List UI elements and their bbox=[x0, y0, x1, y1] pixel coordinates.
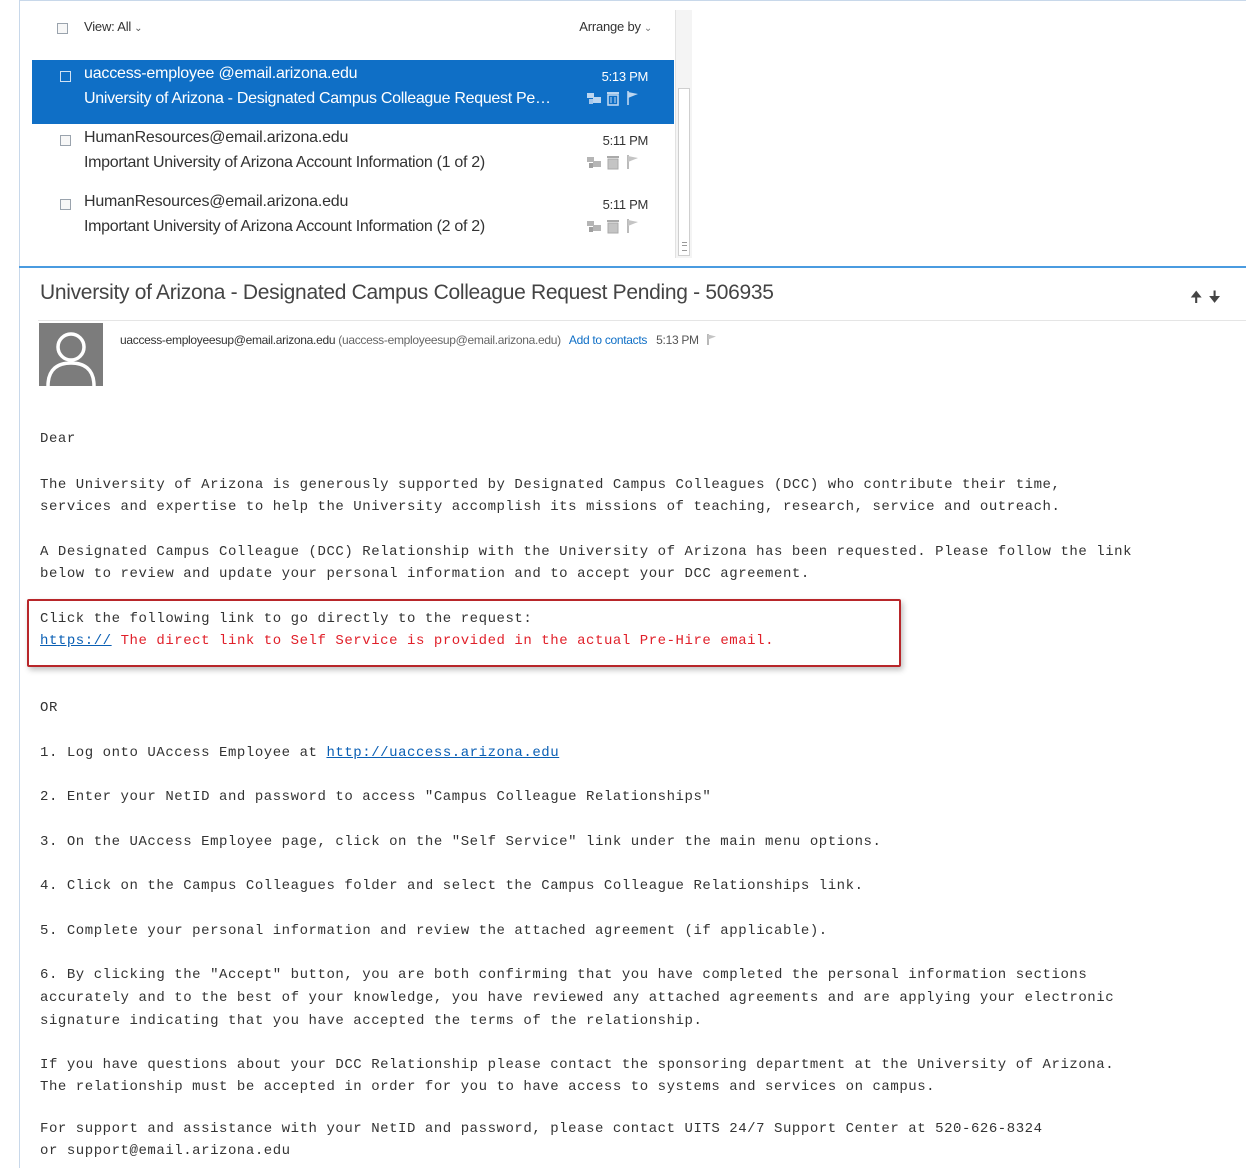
message-subject: Important University of Arizona Account … bbox=[84, 218, 485, 235]
frame-top-border bbox=[19, 0, 1246, 1]
flag-icon[interactable] bbox=[626, 90, 640, 106]
avatar-icon bbox=[39, 323, 103, 386]
step-2: 2. Enter your NetID and password to acce… bbox=[40, 789, 712, 805]
body-paragraph: services and expertise to help the Unive… bbox=[40, 499, 1061, 515]
support-paragraph: For support and assistance with your Net… bbox=[40, 1121, 1043, 1137]
categorize-icon[interactable] bbox=[586, 90, 602, 106]
message-checkbox[interactable] bbox=[60, 199, 71, 210]
uaccess-link[interactable]: http://uaccess.arizona.edu bbox=[326, 745, 559, 761]
body-paragraph: The University of Arizona is generously … bbox=[40, 477, 1061, 493]
frame-left-border bbox=[19, 0, 20, 1168]
message-list: View: All ⌄ Arrange by ⌄ uaccess-employee … bbox=[32, 10, 692, 258]
message-actions bbox=[576, 218, 646, 238]
request-link-line: https:// The direct link to Self Service… bbox=[40, 630, 774, 653]
questions-paragraph: The relationship must be accepted in ord… bbox=[40, 1079, 936, 1095]
chevron-down-icon: ⌄ bbox=[134, 23, 143, 34]
step-1: 1. Log onto UAccess Employee at http://u… bbox=[40, 742, 559, 765]
step-1-text: 1. Log onto UAccess Employee at bbox=[40, 745, 327, 761]
down-arrow-icon[interactable]: 🠋 bbox=[1208, 289, 1220, 306]
message-item[interactable]: HumanResources@email.arizona.edu Importa… bbox=[32, 188, 674, 252]
message-from: uaccess-employee @email.arizona.edu bbox=[84, 65, 358, 82]
message-from: HumanResources@email.arizona.edu bbox=[84, 129, 349, 146]
message-time: 5:11 PM bbox=[602, 197, 649, 212]
received-time: 5:13 PM bbox=[656, 333, 699, 347]
flag-icon[interactable] bbox=[626, 218, 640, 234]
message-checkbox[interactable] bbox=[60, 135, 71, 146]
grip-icon bbox=[682, 242, 687, 251]
link-note: The direct link to Self Service is provi… bbox=[111, 633, 775, 649]
greeting: Dear bbox=[40, 431, 76, 447]
reading-pane-subject: University of Arizona - Designated Campu… bbox=[40, 281, 774, 304]
arrange-by-menu[interactable]: Arrange by ⌄ bbox=[579, 19, 652, 34]
select-all-checkbox[interactable] bbox=[57, 23, 68, 34]
request-link[interactable]: https:// bbox=[40, 633, 112, 649]
message-checkbox[interactable] bbox=[60, 71, 71, 82]
or-separator: OR bbox=[40, 700, 58, 716]
message-item-selected[interactable]: uaccess-employee @email.arizona.edu Univ… bbox=[32, 60, 674, 124]
message-list-scrollbar[interactable] bbox=[675, 10, 692, 258]
step-6: 6. By clicking the "Accept" button, you … bbox=[40, 967, 1088, 983]
body-paragraph: A Designated Campus Colleague (DCC) Rela… bbox=[40, 544, 1133, 560]
step-5: 5. Complete your personal information an… bbox=[40, 923, 828, 939]
up-arrow-icon[interactable]: 🠉 bbox=[1190, 289, 1202, 306]
support-paragraph: or support@email.arizona.edu bbox=[40, 1143, 291, 1159]
delete-icon[interactable] bbox=[606, 154, 620, 170]
message-actions bbox=[576, 154, 646, 174]
delete-icon[interactable] bbox=[606, 218, 620, 234]
sender-line: uaccess-employeesup@email.arizona.edu (u… bbox=[120, 333, 718, 349]
flag-icon[interactable] bbox=[706, 333, 718, 349]
sender-address: uaccess-employeesup@email.arizona.edu bbox=[120, 333, 336, 347]
view-filter[interactable]: View: All ⌄ bbox=[84, 19, 143, 34]
chevron-down-icon: ⌄ bbox=[643, 23, 652, 34]
pane-divider[interactable] bbox=[19, 266, 1246, 268]
arrange-by-label: Arrange by bbox=[579, 19, 641, 34]
questions-paragraph: If you have questions about your DCC Rel… bbox=[40, 1057, 1115, 1073]
sender-address-detail: (uaccess-employeesup@email.arizona.edu) bbox=[338, 333, 561, 347]
view-filter-label: View: All bbox=[84, 19, 132, 34]
step-3: 3. On the UAccess Employee page, click o… bbox=[40, 834, 882, 850]
message-actions bbox=[576, 90, 646, 110]
step-6: signature indicating that you have accep… bbox=[40, 1013, 703, 1029]
categorize-icon[interactable] bbox=[586, 154, 602, 170]
message-from: HumanResources@email.arizona.edu bbox=[84, 193, 349, 210]
step-4: 4. Click on the Campus Colleagues folder… bbox=[40, 878, 864, 894]
body-paragraph: below to review and update your personal… bbox=[40, 566, 810, 582]
categorize-icon[interactable] bbox=[586, 218, 602, 234]
scrollbar-thumb[interactable] bbox=[678, 88, 690, 256]
flag-icon[interactable] bbox=[626, 154, 640, 170]
message-subject: Important University of Arizona Account … bbox=[84, 154, 485, 171]
message-subject: University of Arizona - Designated Campu… bbox=[84, 90, 554, 107]
add-to-contacts-link[interactable]: Add to contacts bbox=[569, 333, 648, 347]
message-item[interactable]: HumanResources@email.arizona.edu Importa… bbox=[32, 124, 674, 188]
request-link-intro: Click the following link to go directly … bbox=[40, 611, 533, 627]
list-header: View: All ⌄ Arrange by ⌄ bbox=[32, 10, 674, 46]
step-6: accurately and to the best of your knowl… bbox=[40, 990, 1115, 1006]
delete-icon[interactable] bbox=[606, 90, 620, 106]
message-navigation: 🠉 🠋 bbox=[1190, 287, 1227, 312]
message-time: 5:11 PM bbox=[602, 133, 649, 148]
subject-rule bbox=[38, 320, 1246, 321]
message-time: 5:13 PM bbox=[601, 69, 649, 84]
